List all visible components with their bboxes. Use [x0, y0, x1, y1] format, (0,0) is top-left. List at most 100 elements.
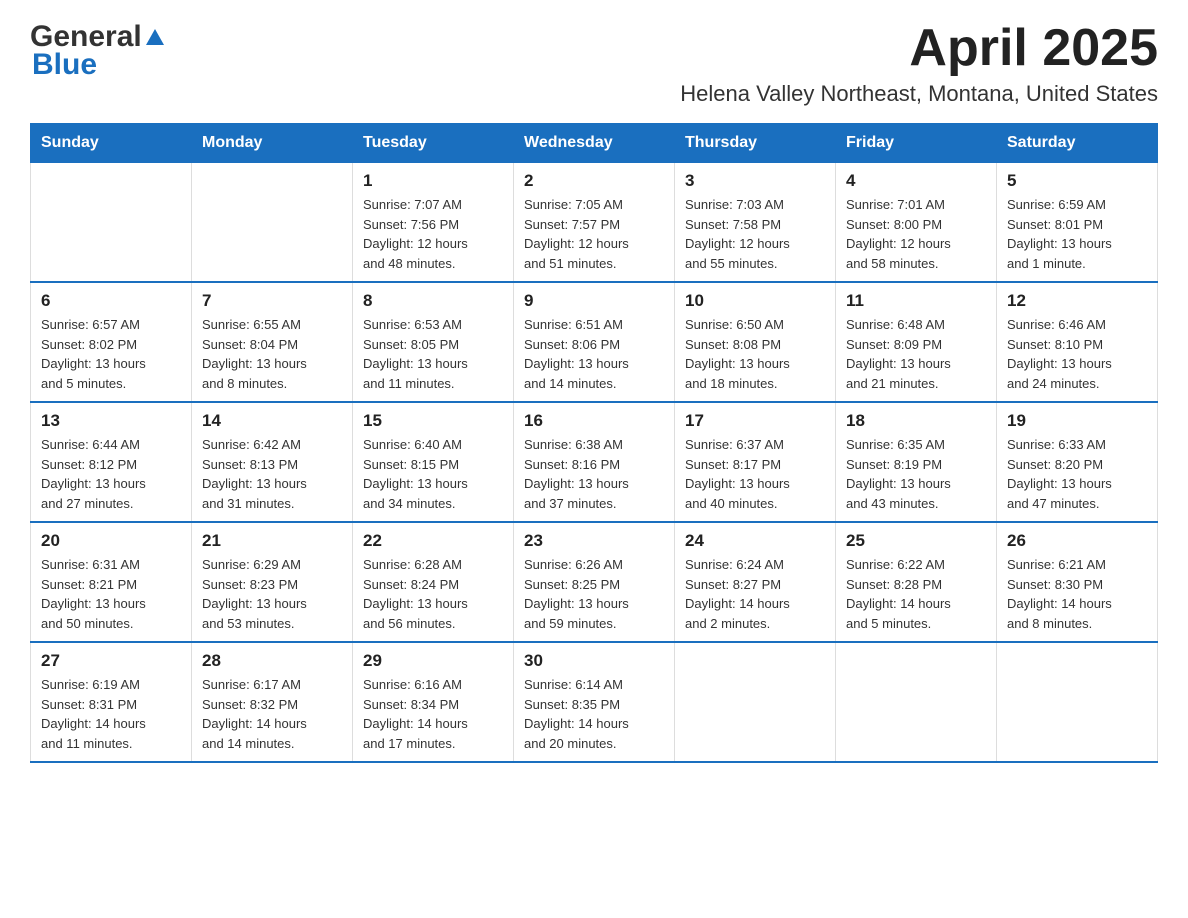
day-info: Sunrise: 6:42 AMSunset: 8:13 PMDaylight:… — [202, 435, 342, 513]
day-info: Sunrise: 6:28 AMSunset: 8:24 PMDaylight:… — [363, 555, 503, 633]
day-number: 7 — [202, 291, 342, 311]
day-number: 13 — [41, 411, 181, 431]
calendar-cell: 30 Sunrise: 6:14 AMSunset: 8:35 PMDayligh… — [514, 642, 675, 762]
day-number: 23 — [524, 531, 664, 551]
day-info: Sunrise: 6:57 AMSunset: 8:02 PMDaylight:… — [41, 315, 181, 393]
day-info: Sunrise: 6:46 AMSunset: 8:10 PMDaylight:… — [1007, 315, 1147, 393]
day-number: 16 — [524, 411, 664, 431]
day-info: Sunrise: 6:19 AMSunset: 8:31 PMDaylight:… — [41, 675, 181, 753]
calendar-cell: 12 Sunrise: 6:46 AMSunset: 8:10 PMDayligh… — [997, 282, 1158, 402]
day-info: Sunrise: 6:51 AMSunset: 8:06 PMDaylight:… — [524, 315, 664, 393]
calendar-cell: 2Sunrise: 7:05 AMSunset: 7:57 PMDaylight… — [514, 163, 675, 283]
day-number: 25 — [846, 531, 986, 551]
day-info: Sunrise: 6:22 AMSunset: 8:28 PMDaylight:… — [846, 555, 986, 633]
page-header: General Blue April 2025 Helena Valley No… — [30, 20, 1158, 107]
day-number: 21 — [202, 531, 342, 551]
header-sunday: Sunday — [31, 124, 192, 163]
calendar-cell: 20 Sunrise: 6:31 AMSunset: 8:21 PMDayligh… — [31, 522, 192, 642]
header-saturday: Saturday — [997, 124, 1158, 163]
header-monday: Monday — [192, 124, 353, 163]
day-info: Sunrise: 7:01 AMSunset: 8:00 PMDaylight:… — [846, 195, 986, 273]
calendar-cell: 13 Sunrise: 6:44 AMSunset: 8:12 PMDayligh… — [31, 402, 192, 522]
day-info: Sunrise: 6:33 AMSunset: 8:20 PMDaylight:… — [1007, 435, 1147, 513]
header-row: Sunday Monday Tuesday Wednesday Thursday… — [31, 124, 1158, 163]
calendar-row-5: 27 Sunrise: 6:19 AMSunset: 8:31 PMDayligh… — [31, 642, 1158, 762]
day-info: Sunrise: 6:37 AMSunset: 8:17 PMDaylight:… — [685, 435, 825, 513]
day-info: Sunrise: 6:44 AMSunset: 8:12 PMDaylight:… — [41, 435, 181, 513]
day-info: Sunrise: 6:59 AMSunset: 8:01 PMDaylight:… — [1007, 195, 1147, 273]
calendar-cell: 27 Sunrise: 6:19 AMSunset: 8:31 PMDayligh… — [31, 642, 192, 762]
day-info: Sunrise: 6:26 AMSunset: 8:25 PMDaylight:… — [524, 555, 664, 633]
calendar-cell — [675, 642, 836, 762]
calendar-header: Sunday Monday Tuesday Wednesday Thursday… — [31, 124, 1158, 163]
day-number: 27 — [41, 651, 181, 671]
day-number: 18 — [846, 411, 986, 431]
day-number: 19 — [1007, 411, 1147, 431]
day-number: 6 — [41, 291, 181, 311]
calendar-cell: 3 Sunrise: 7:03 AMSunset: 7:58 PMDaylight… — [675, 163, 836, 283]
day-number: 28 — [202, 651, 342, 671]
day-info: Sunrise: 6:16 AMSunset: 8:34 PMDaylight:… — [363, 675, 503, 753]
day-info: Sunrise: 6:38 AMSunset: 8:16 PMDaylight:… — [524, 435, 664, 513]
day-info: Sunrise: 6:53 AMSunset: 8:05 PMDaylight:… — [363, 315, 503, 393]
day-number: 17 — [685, 411, 825, 431]
calendar-cell: 18 Sunrise: 6:35 AMSunset: 8:19 PMDayligh… — [836, 402, 997, 522]
title-area: April 2025 Helena Valley Northeast, Mont… — [680, 20, 1158, 107]
calendar-cell: 5 Sunrise: 6:59 AMSunset: 8:01 PMDaylight… — [997, 163, 1158, 283]
day-info: Sunrise: 6:55 AMSunset: 8:04 PMDaylight:… — [202, 315, 342, 393]
day-info: Sunrise: 6:31 AMSunset: 8:21 PMDaylight:… — [41, 555, 181, 633]
day-number: 24 — [685, 531, 825, 551]
calendar-cell: 15 Sunrise: 6:40 AMSunset: 8:15 PMDayligh… — [353, 402, 514, 522]
header-tuesday: Tuesday — [353, 124, 514, 163]
month-title: April 2025 — [680, 20, 1158, 77]
day-info: Sunrise: 6:50 AMSunset: 8:08 PMDaylight:… — [685, 315, 825, 393]
day-number: 14 — [202, 411, 342, 431]
day-number: 11 — [846, 291, 986, 311]
calendar-cell: 16 Sunrise: 6:38 AMSunset: 8:16 PMDayligh… — [514, 402, 675, 522]
calendar-cell: 7 Sunrise: 6:55 AMSunset: 8:04 PMDaylight… — [192, 282, 353, 402]
calendar-cell: 10Sunrise: 6:50 AMSunset: 8:08 PMDayligh… — [675, 282, 836, 402]
calendar-cell — [31, 163, 192, 283]
calendar-cell: 22 Sunrise: 6:28 AMSunset: 8:24 PMDayligh… — [353, 522, 514, 642]
calendar-cell: 28 Sunrise: 6:17 AMSunset: 8:32 PMDayligh… — [192, 642, 353, 762]
calendar-cell: 26Sunrise: 6:21 AMSunset: 8:30 PMDayligh… — [997, 522, 1158, 642]
day-info: Sunrise: 6:48 AMSunset: 8:09 PMDaylight:… — [846, 315, 986, 393]
day-info: Sunrise: 6:40 AMSunset: 8:15 PMDaylight:… — [363, 435, 503, 513]
day-number: 30 — [524, 651, 664, 671]
day-info: Sunrise: 6:14 AMSunset: 8:35 PMDaylight:… — [524, 675, 664, 753]
day-number: 2 — [524, 171, 664, 191]
day-number: 15 — [363, 411, 503, 431]
header-wednesday: Wednesday — [514, 124, 675, 163]
calendar-cell: 6 Sunrise: 6:57 AMSunset: 8:02 PMDaylight… — [31, 282, 192, 402]
day-info: Sunrise: 7:07 AMSunset: 7:56 PMDaylight:… — [363, 195, 503, 273]
calendar-cell: 9 Sunrise: 6:51 AMSunset: 8:06 PMDaylight… — [514, 282, 675, 402]
day-number: 22 — [363, 531, 503, 551]
calendar-cell: 8 Sunrise: 6:53 AMSunset: 8:05 PMDaylight… — [353, 282, 514, 402]
calendar-cell: 19 Sunrise: 6:33 AMSunset: 8:20 PMDayligh… — [997, 402, 1158, 522]
calendar-cell — [192, 163, 353, 283]
day-info: Sunrise: 6:21 AMSunset: 8:30 PMDaylight:… — [1007, 555, 1147, 633]
calendar-cell: 11 Sunrise: 6:48 AMSunset: 8:09 PMDayligh… — [836, 282, 997, 402]
header-friday: Friday — [836, 124, 997, 163]
logo-triangle-icon — [144, 27, 166, 49]
day-number: 29 — [363, 651, 503, 671]
day-info: Sunrise: 6:35 AMSunset: 8:19 PMDaylight:… — [846, 435, 986, 513]
calendar-row-4: 20 Sunrise: 6:31 AMSunset: 8:21 PMDayligh… — [31, 522, 1158, 642]
calendar-cell: 1Sunrise: 7:07 AMSunset: 7:56 PMDaylight… — [353, 163, 514, 283]
calendar-body: 1Sunrise: 7:07 AMSunset: 7:56 PMDaylight… — [31, 163, 1158, 763]
day-info: Sunrise: 6:29 AMSunset: 8:23 PMDaylight:… — [202, 555, 342, 633]
calendar-cell: 25 Sunrise: 6:22 AMSunset: 8:28 PMDayligh… — [836, 522, 997, 642]
calendar-row-1: 1Sunrise: 7:07 AMSunset: 7:56 PMDaylight… — [31, 163, 1158, 283]
day-info: Sunrise: 7:03 AMSunset: 7:58 PMDaylight:… — [685, 195, 825, 273]
day-number: 20 — [41, 531, 181, 551]
day-number: 3 — [685, 171, 825, 191]
calendar-cell: 23 Sunrise: 6:26 AMSunset: 8:25 PMDayligh… — [514, 522, 675, 642]
day-info: Sunrise: 6:17 AMSunset: 8:32 PMDaylight:… — [202, 675, 342, 753]
day-info: Sunrise: 6:24 AMSunset: 8:27 PMDaylight:… — [685, 555, 825, 633]
calendar-cell — [997, 642, 1158, 762]
day-number: 9 — [524, 291, 664, 311]
day-number: 5 — [1007, 171, 1147, 191]
calendar-row-2: 6 Sunrise: 6:57 AMSunset: 8:02 PMDaylight… — [31, 282, 1158, 402]
day-number: 8 — [363, 291, 503, 311]
day-number: 12 — [1007, 291, 1147, 311]
